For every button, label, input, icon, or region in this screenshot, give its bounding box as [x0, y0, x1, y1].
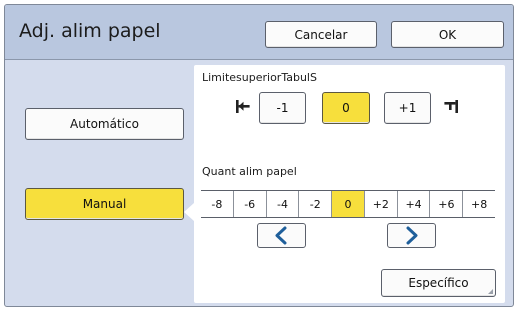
- chevron-right-icon: [406, 226, 418, 245]
- ok-button[interactable]: OK: [391, 21, 504, 48]
- feed-value-cell[interactable]: +6: [430, 191, 464, 217]
- tab-limit-label: LimitesuperiorTabulS: [202, 71, 317, 84]
- dialog-window: Adj. alim papel Cancelar OK Automático M…: [4, 4, 514, 307]
- manual-mode-button[interactable]: Manual: [25, 188, 184, 220]
- feed-value-cell[interactable]: -6: [234, 191, 267, 217]
- chevron-left-icon: [275, 226, 287, 245]
- feed-value-cell[interactable]: +2: [365, 191, 398, 217]
- specific-button[interactable]: Específico: [381, 269, 496, 297]
- feed-value-cell-selected[interactable]: 0: [332, 191, 365, 217]
- tab-limit-zero-button[interactable]: 0: [322, 92, 370, 124]
- selection-pointer: [184, 203, 194, 221]
- automatic-mode-button[interactable]: Automático: [25, 108, 184, 140]
- feed-value-cell[interactable]: -4: [267, 191, 300, 217]
- cancel-button[interactable]: Cancelar: [265, 21, 377, 48]
- feed-value-cell[interactable]: -2: [299, 191, 333, 217]
- dialog-header: Adj. alim papel Cancelar OK: [5, 5, 513, 60]
- tab-limit-minus-button[interactable]: -1: [259, 92, 306, 124]
- feed-value-cell[interactable]: +8: [463, 191, 495, 217]
- specific-label: Específico: [408, 276, 469, 290]
- align-left-icon: [236, 100, 250, 113]
- feed-value-cell[interactable]: +4: [398, 191, 431, 217]
- resize-corner-icon: [488, 289, 493, 294]
- feed-decrease-button[interactable]: [257, 223, 306, 248]
- feed-value-cell[interactable]: -8: [201, 191, 234, 217]
- feed-increase-button[interactable]: [387, 223, 436, 248]
- dialog-title: Adj. alim papel: [19, 20, 161, 42]
- tab-limit-plus-button[interactable]: +1: [384, 92, 431, 124]
- feed-amount-scale[interactable]: -8 -6 -4 -2 0 +2 +4 +6 +8: [201, 190, 495, 218]
- feed-amount-label: Quant alim papel: [202, 165, 297, 178]
- align-right-icon: [444, 100, 458, 113]
